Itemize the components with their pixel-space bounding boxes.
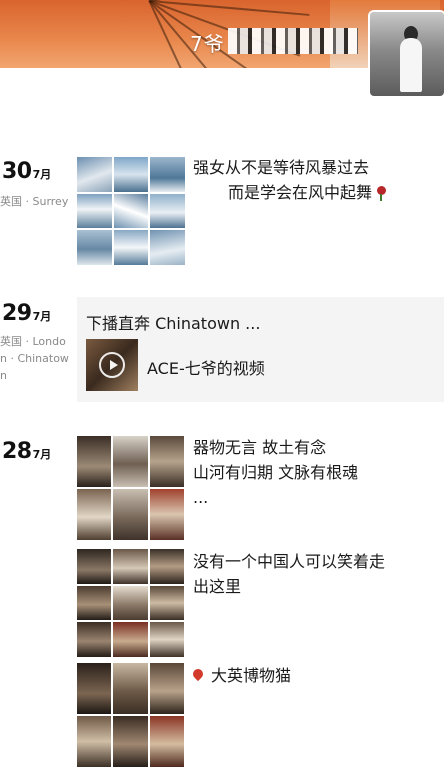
rose-icon [374, 186, 388, 201]
photo-thumb[interactable] [113, 622, 148, 657]
post-text-line: 出这里 [193, 577, 242, 596]
avatar[interactable] [370, 12, 444, 96]
photo-thumb[interactable] [113, 549, 148, 584]
post-text-line: 山河有归期 文脉有根魂 [193, 463, 359, 482]
photo-thumb[interactable] [149, 663, 184, 714]
post-date: 287月 [2, 439, 51, 464]
photo-thumb[interactable] [149, 489, 184, 540]
post-text-line: 强女从不是等待风暴过去 [193, 158, 370, 177]
post-text-line: ... [193, 488, 209, 507]
shared-video-card[interactable]: 下播直奔 Chinatown ... ACE-七爷的视频 [77, 297, 444, 402]
post-text-line: 而是学会在风中起舞 [228, 183, 373, 202]
photo-thumb[interactable] [113, 230, 149, 265]
photo-thumb[interactable] [77, 230, 112, 265]
post-text-line: 没有一个中国人可以笑着走 [193, 552, 386, 571]
video-thumbnail[interactable] [86, 339, 138, 391]
post-day: 30 [2, 159, 32, 184]
photo-thumb[interactable] [149, 716, 184, 767]
post-text-line: 器物无言 故土有念 [193, 438, 327, 457]
post-month: 7月 [32, 168, 52, 181]
photo-thumb[interactable] [113, 157, 149, 192]
photo-thumb[interactable] [77, 549, 112, 584]
photo-thumb[interactable] [113, 585, 148, 621]
photo-thumb[interactable] [77, 157, 112, 192]
post-text[interactable]: 没有一个中国人可以笑着走 出这里 [193, 549, 385, 599]
post-date: 307月 [2, 159, 51, 184]
feed-post[interactable]: 287月 器物无言 故土有念 山河有归期 文脉有根魂 ... 没有一个中国人可以… [0, 435, 444, 775]
post-text[interactable]: 强女从不是等待风暴过去 而是学会在风中起舞 [193, 155, 388, 205]
photo-thumb[interactable] [149, 549, 184, 584]
photo-grid[interactable] [77, 157, 185, 265]
photo-grid[interactable] [77, 663, 184, 767]
feed-post[interactable]: 297月 英国 · London · Chinatown 下播直奔 Chinat… [0, 297, 444, 405]
photo-grid[interactable] [77, 436, 184, 540]
play-icon[interactable] [99, 352, 125, 378]
photo-thumb[interactable] [77, 716, 112, 767]
photo-thumb[interactable] [113, 716, 148, 767]
feed-post[interactable]: 307月 英国 · Surrey 强女从不是等待风暴过去 而是学会在风中起舞 [0, 155, 444, 270]
photo-thumb[interactable] [150, 193, 185, 229]
post-text[interactable]: 器物无言 故土有念 山河有归期 文脉有根魂 ... [193, 435, 358, 510]
photo-thumb[interactable] [113, 489, 148, 540]
video-title: ACE-七爷的视频 [147, 359, 265, 378]
photo-grid[interactable] [77, 549, 184, 657]
pixelated-censor-icon [228, 28, 358, 54]
photo-thumb[interactable] [77, 663, 112, 714]
location-pin-icon [190, 666, 206, 682]
post-location[interactable]: 英国 · Surrey [0, 193, 70, 210]
photo-thumb[interactable] [149, 436, 184, 487]
photo-thumb[interactable] [77, 585, 112, 621]
profile-nickname[interactable]: 7爷 [190, 28, 225, 57]
photo-thumb[interactable] [150, 230, 185, 265]
post-month: 7月 [32, 448, 52, 461]
photo-thumb[interactable] [149, 585, 184, 621]
post-date: 297月 [2, 301, 51, 326]
post-text-line: 大英博物猫 [211, 666, 292, 685]
post-day: 28 [2, 439, 32, 464]
photo-thumb[interactable] [150, 157, 185, 192]
post-month: 7月 [32, 310, 52, 323]
post-location[interactable]: 英国 · London · Chinatown [0, 333, 70, 384]
post-text[interactable]: 大英博物猫 [190, 663, 292, 688]
photo-thumb[interactable] [77, 436, 112, 487]
share-title: 下播直奔 Chinatown ... [86, 314, 261, 333]
photo-thumb[interactable] [77, 622, 112, 657]
post-day: 29 [2, 301, 32, 326]
photo-thumb[interactable] [77, 193, 112, 229]
photo-thumb[interactable] [113, 663, 148, 714]
photo-thumb[interactable] [113, 193, 149, 229]
photo-thumb[interactable] [149, 622, 184, 657]
photo-thumb[interactable] [113, 436, 148, 487]
photo-thumb[interactable] [77, 489, 112, 540]
